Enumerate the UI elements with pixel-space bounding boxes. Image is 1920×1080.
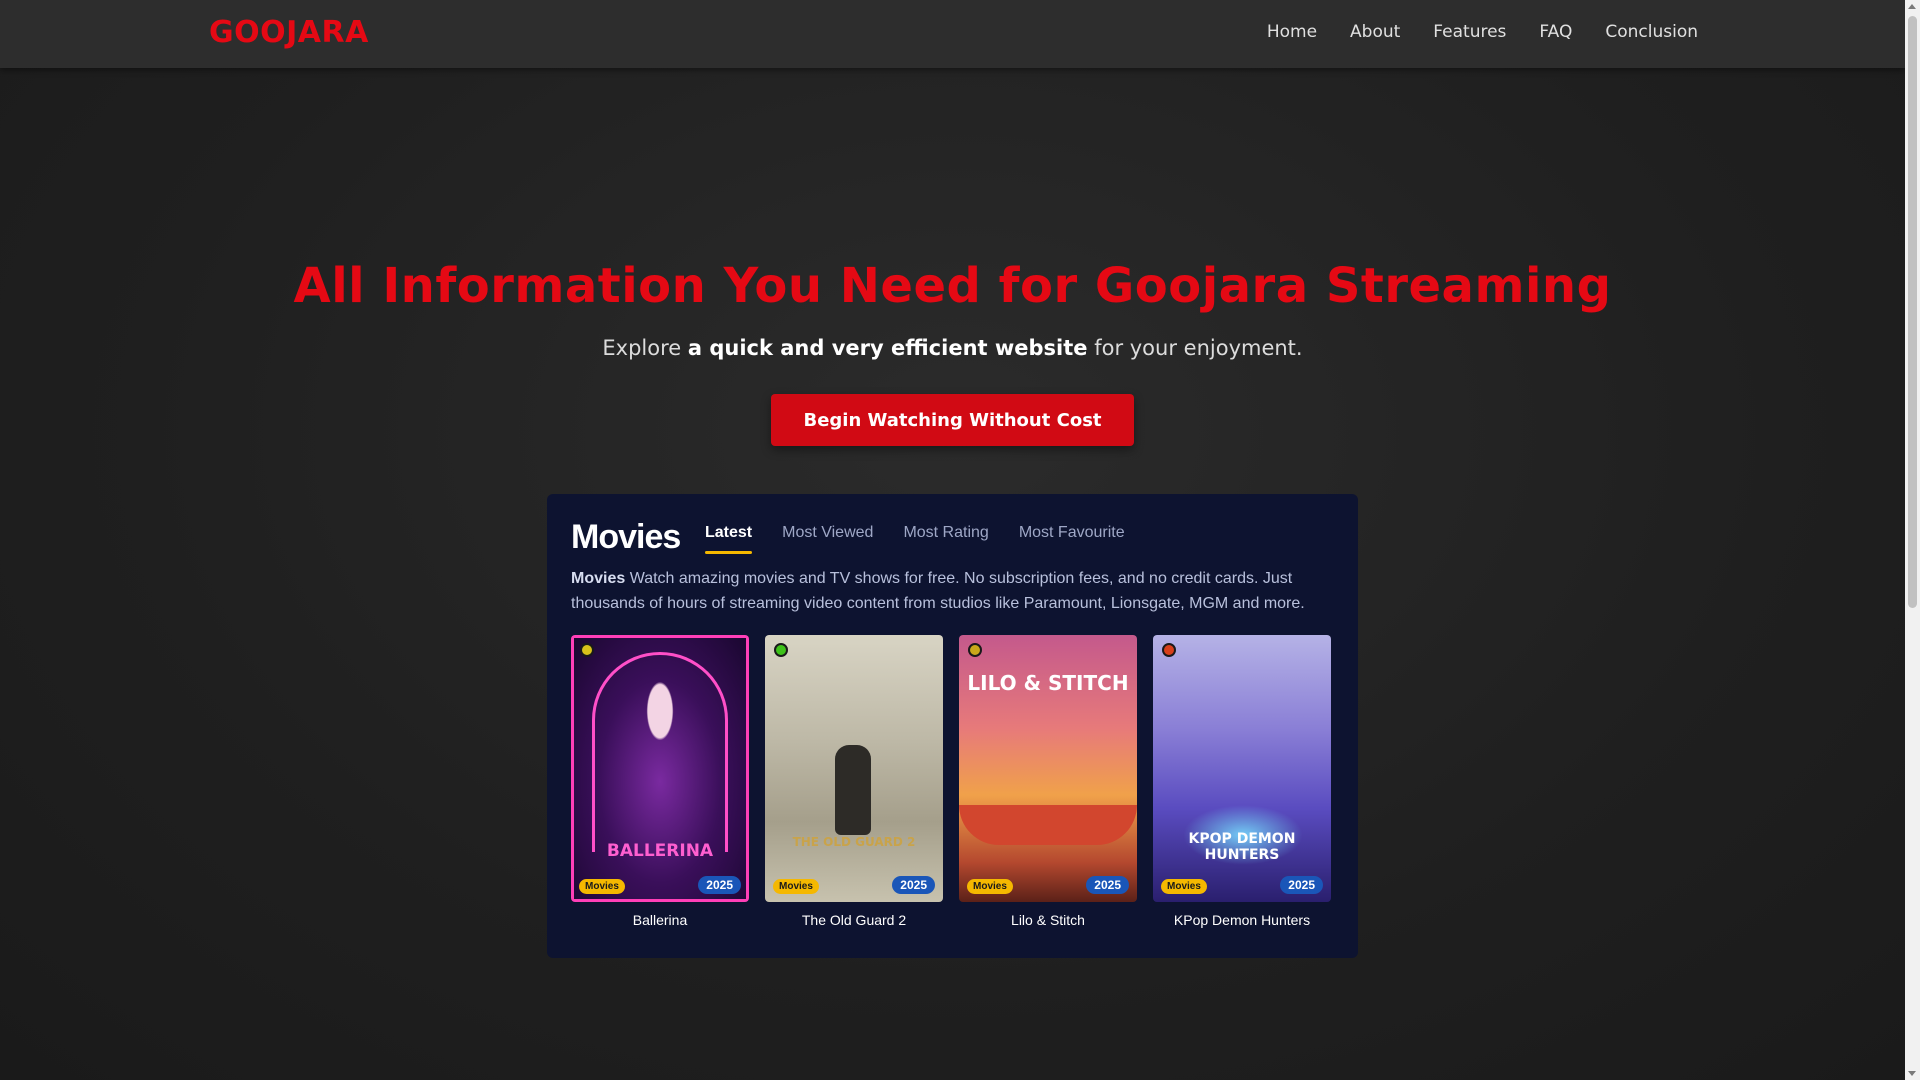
hero-title: All Information You Need for Goojara Str… [293, 258, 1612, 314]
scroll-thumb[interactable] [1908, 16, 1917, 608]
movie-title[interactable]: Ballerina [571, 912, 749, 928]
hero-subtitle: Explore a quick and very efficient websi… [0, 336, 1905, 360]
movie-tabs: Latest Most Viewed Most Rating Most Favo… [705, 524, 1125, 554]
year-badge: 2025 [698, 876, 741, 894]
scroll-down-arrow-icon[interactable] [1908, 1071, 1916, 1076]
movie-poster[interactable]: KPOP DEMON HUNTERS Movies 2025 [1153, 635, 1331, 902]
page-scrollbar[interactable] [1905, 0, 1920, 1080]
year-badge: 2025 [892, 876, 935, 894]
status-dot-icon [774, 643, 788, 657]
hero-subtitle-pre: Explore [602, 336, 688, 360]
hero-subtitle-bold: a quick and very efficient website [687, 336, 1088, 360]
poster-image [765, 635, 943, 902]
panel-description-text: Watch amazing movies and TV shows for fr… [571, 570, 1305, 612]
top-navbar: GOOJARA Home About Features FAQ Conclusi… [0, 0, 1905, 68]
movie-cards: BALLERINA Movies 2025 Ballerina THE OLD … [571, 635, 1331, 928]
scroll-up-arrow-icon[interactable] [1908, 4, 1916, 9]
movie-title[interactable]: The Old Guard 2 [765, 912, 943, 928]
poster-figure-silhouette [835, 745, 871, 835]
hero-subtitle-post: for your enjoyment. [1087, 336, 1303, 360]
poster-title-art: THE OLD GUARD 2 [792, 835, 916, 849]
poster-title-art: KPOP DEMON HUNTERS [1188, 831, 1296, 863]
panel-description-bold: Movies [571, 570, 626, 587]
movie-title[interactable]: KPop Demon Hunters [1153, 912, 1331, 928]
status-dot-icon [1162, 643, 1176, 657]
panel-title: Movies [571, 518, 681, 556]
movie-poster[interactable]: THE OLD GUARD 2 Movies 2025 [765, 635, 943, 902]
nav-link-conclusion[interactable]: Conclusion [1605, 22, 1698, 42]
movie-poster[interactable]: BALLERINA Movies 2025 [571, 635, 749, 902]
tab-most-rating[interactable]: Most Rating [903, 524, 988, 554]
movies-panel: Movies Latest Most Viewed Most Rating Mo… [547, 494, 1358, 958]
status-dot-icon [968, 643, 982, 657]
begin-watching-button[interactable]: Begin Watching Without Cost [771, 394, 1134, 446]
movie-card-lilo-stitch[interactable]: LILO & STITCH Movies 2025 Lilo & Stitch [959, 635, 1137, 928]
movie-title[interactable]: Lilo & Stitch [959, 912, 1137, 928]
tab-most-favourite[interactable]: Most Favourite [1019, 524, 1125, 554]
year-badge: 2025 [1280, 876, 1323, 894]
nav-link-home[interactable]: Home [1267, 22, 1317, 42]
nav-link-faq[interactable]: FAQ [1539, 22, 1572, 42]
type-badge: Movies [579, 879, 625, 894]
tab-latest[interactable]: Latest [705, 524, 753, 554]
nav-links: Home About Features FAQ Conclusion [1267, 22, 1698, 42]
nav-link-features[interactable]: Features [1433, 22, 1506, 42]
poster-title-art: LILO & STITCH [967, 671, 1129, 695]
movie-card-old-guard-2[interactable]: THE OLD GUARD 2 Movies 2025 The Old Guar… [765, 635, 943, 928]
brand-logo[interactable]: GOOJARA [209, 15, 369, 50]
poster-title-art: BALLERINA [606, 841, 714, 861]
poster-image [571, 635, 749, 902]
nav-link-about[interactable]: About [1350, 22, 1400, 42]
tab-most-viewed[interactable]: Most Viewed [782, 524, 873, 554]
movie-poster[interactable]: LILO & STITCH Movies 2025 [959, 635, 1137, 902]
poster-hammock-decoration [959, 805, 1137, 845]
status-dot-icon [580, 643, 594, 657]
year-badge: 2025 [1086, 876, 1129, 894]
poster-arch-decoration [592, 652, 728, 852]
movie-card-kpop-demon-hunters[interactable]: KPOP DEMON HUNTERS Movies 2025 KPop Demo… [1153, 635, 1331, 928]
panel-description: Movies Watch amazing movies and TV shows… [571, 566, 1341, 616]
movie-card-ballerina[interactable]: BALLERINA Movies 2025 Ballerina [571, 635, 749, 928]
type-badge: Movies [1161, 879, 1207, 894]
type-badge: Movies [967, 879, 1013, 894]
type-badge: Movies [773, 879, 819, 894]
